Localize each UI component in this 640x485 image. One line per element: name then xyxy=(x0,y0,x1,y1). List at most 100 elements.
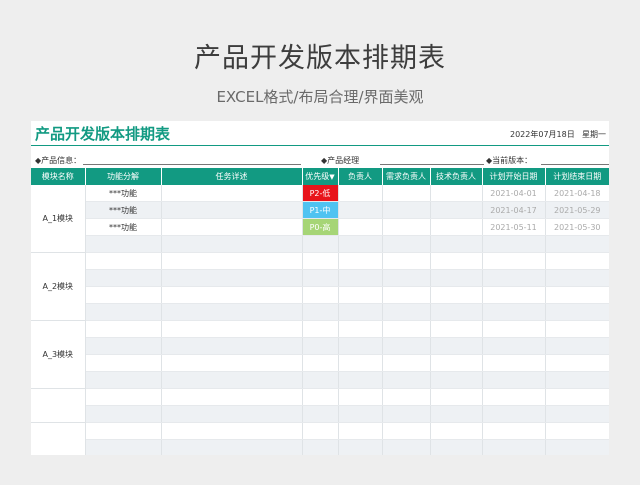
priority-badge[interactable]: P1-中 xyxy=(302,201,339,219)
column-header-req-owner[interactable]: 需求负责人 xyxy=(382,168,431,185)
end-date-cell[interactable] xyxy=(545,269,609,287)
start-date-cell[interactable] xyxy=(482,422,546,440)
req-owner-cell[interactable] xyxy=(382,269,431,287)
task-cell[interactable] xyxy=(161,371,303,389)
task-cell[interactable] xyxy=(161,286,303,304)
req-owner-cell[interactable] xyxy=(382,337,431,355)
tech-owner-cell[interactable] xyxy=(430,252,483,270)
priority-cell[interactable] xyxy=(302,388,339,406)
tech-owner-cell[interactable] xyxy=(430,218,483,236)
owner-cell[interactable] xyxy=(338,303,383,321)
task-cell[interactable] xyxy=(161,303,303,321)
end-date-cell[interactable] xyxy=(545,388,609,406)
priority-cell[interactable] xyxy=(302,252,339,270)
owner-cell[interactable] xyxy=(338,235,383,253)
end-date-cell[interactable] xyxy=(545,320,609,338)
start-date-cell[interactable] xyxy=(482,439,546,455)
task-cell[interactable] xyxy=(161,337,303,355)
end-date-cell[interactable] xyxy=(545,235,609,253)
tech-owner-cell[interactable] xyxy=(430,388,483,406)
end-date-cell[interactable] xyxy=(545,439,609,455)
task-cell[interactable] xyxy=(161,269,303,287)
owner-cell[interactable] xyxy=(338,337,383,355)
owner-cell[interactable] xyxy=(338,185,383,202)
feature-cell[interactable] xyxy=(85,422,162,440)
req-owner-cell[interactable] xyxy=(382,201,431,219)
feature-cell[interactable]: ***功能 xyxy=(85,218,162,236)
task-cell[interactable] xyxy=(161,185,303,202)
module-cell[interactable]: A_1模块 xyxy=(31,185,86,253)
start-date-cell[interactable]: 2021-04-01 xyxy=(482,185,546,202)
priority-cell[interactable] xyxy=(302,320,339,338)
feature-cell[interactable] xyxy=(85,439,162,455)
task-cell[interactable] xyxy=(161,439,303,455)
end-date-cell[interactable] xyxy=(545,354,609,372)
priority-cell[interactable] xyxy=(302,422,339,440)
current-version-field[interactable] xyxy=(541,164,609,165)
priority-cell[interactable] xyxy=(302,303,339,321)
end-date-cell[interactable] xyxy=(545,252,609,270)
column-header-end-date[interactable]: 计划结束日期 xyxy=(545,168,609,185)
feature-cell[interactable]: ***功能 xyxy=(85,185,162,202)
module-cell[interactable]: A_2模块 xyxy=(31,252,86,321)
priority-cell[interactable] xyxy=(302,354,339,372)
module-cell[interactable]: A_3模块 xyxy=(31,320,86,389)
module-cell[interactable] xyxy=(31,422,86,455)
feature-cell[interactable] xyxy=(85,252,162,270)
feature-cell[interactable] xyxy=(85,337,162,355)
end-date-cell[interactable]: 2021-05-29 xyxy=(545,201,609,219)
owner-cell[interactable] xyxy=(338,388,383,406)
tech-owner-cell[interactable] xyxy=(430,303,483,321)
task-cell[interactable] xyxy=(161,354,303,372)
task-cell[interactable] xyxy=(161,252,303,270)
start-date-cell[interactable]: 2021-05-11 xyxy=(482,218,546,236)
req-owner-cell[interactable] xyxy=(382,252,431,270)
tech-owner-cell[interactable] xyxy=(430,422,483,440)
tech-owner-cell[interactable] xyxy=(430,185,483,202)
req-owner-cell[interactable] xyxy=(382,218,431,236)
column-header-start-date[interactable]: 计划开始日期 xyxy=(482,168,546,185)
sheet-date[interactable]: 2022年07月18日 xyxy=(510,129,575,140)
module-cell[interactable] xyxy=(31,388,86,423)
end-date-cell[interactable] xyxy=(545,286,609,304)
column-header-owner[interactable]: 负责人 xyxy=(338,168,383,185)
end-date-cell[interactable] xyxy=(545,303,609,321)
priority-cell[interactable] xyxy=(302,269,339,287)
column-header-priority[interactable]: 优先级▼ xyxy=(302,168,339,185)
start-date-cell[interactable] xyxy=(482,371,546,389)
end-date-cell[interactable] xyxy=(545,405,609,423)
feature-cell[interactable] xyxy=(85,303,162,321)
end-date-cell[interactable] xyxy=(545,371,609,389)
product-info-field[interactable] xyxy=(83,164,301,165)
owner-cell[interactable] xyxy=(338,201,383,219)
start-date-cell[interactable] xyxy=(482,405,546,423)
feature-cell[interactable] xyxy=(85,405,162,423)
end-date-cell[interactable]: 2021-05-30 xyxy=(545,218,609,236)
column-header-feature[interactable]: 功能分解 xyxy=(85,168,162,185)
start-date-cell[interactable] xyxy=(482,320,546,338)
feature-cell[interactable] xyxy=(85,371,162,389)
priority-cell[interactable] xyxy=(302,286,339,304)
req-owner-cell[interactable] xyxy=(382,320,431,338)
column-header-task[interactable]: 任务详述 xyxy=(161,168,303,185)
tech-owner-cell[interactable] xyxy=(430,371,483,389)
req-owner-cell[interactable] xyxy=(382,439,431,455)
task-cell[interactable] xyxy=(161,235,303,253)
task-cell[interactable] xyxy=(161,218,303,236)
tech-owner-cell[interactable] xyxy=(430,286,483,304)
feature-cell[interactable] xyxy=(85,269,162,287)
column-header-tech-owner[interactable]: 技术负责人 xyxy=(430,168,483,185)
owner-cell[interactable] xyxy=(338,422,383,440)
task-cell[interactable] xyxy=(161,405,303,423)
owner-cell[interactable] xyxy=(338,439,383,455)
feature-cell[interactable] xyxy=(85,286,162,304)
column-header-module[interactable]: 模块名称 xyxy=(31,168,86,185)
priority-cell[interactable] xyxy=(302,405,339,423)
feature-cell[interactable]: ***功能 xyxy=(85,201,162,219)
priority-cell[interactable] xyxy=(302,439,339,455)
req-owner-cell[interactable] xyxy=(382,286,431,304)
priority-badge[interactable]: P2-低 xyxy=(302,185,339,202)
start-date-cell[interactable] xyxy=(482,303,546,321)
owner-cell[interactable] xyxy=(338,320,383,338)
task-cell[interactable] xyxy=(161,388,303,406)
